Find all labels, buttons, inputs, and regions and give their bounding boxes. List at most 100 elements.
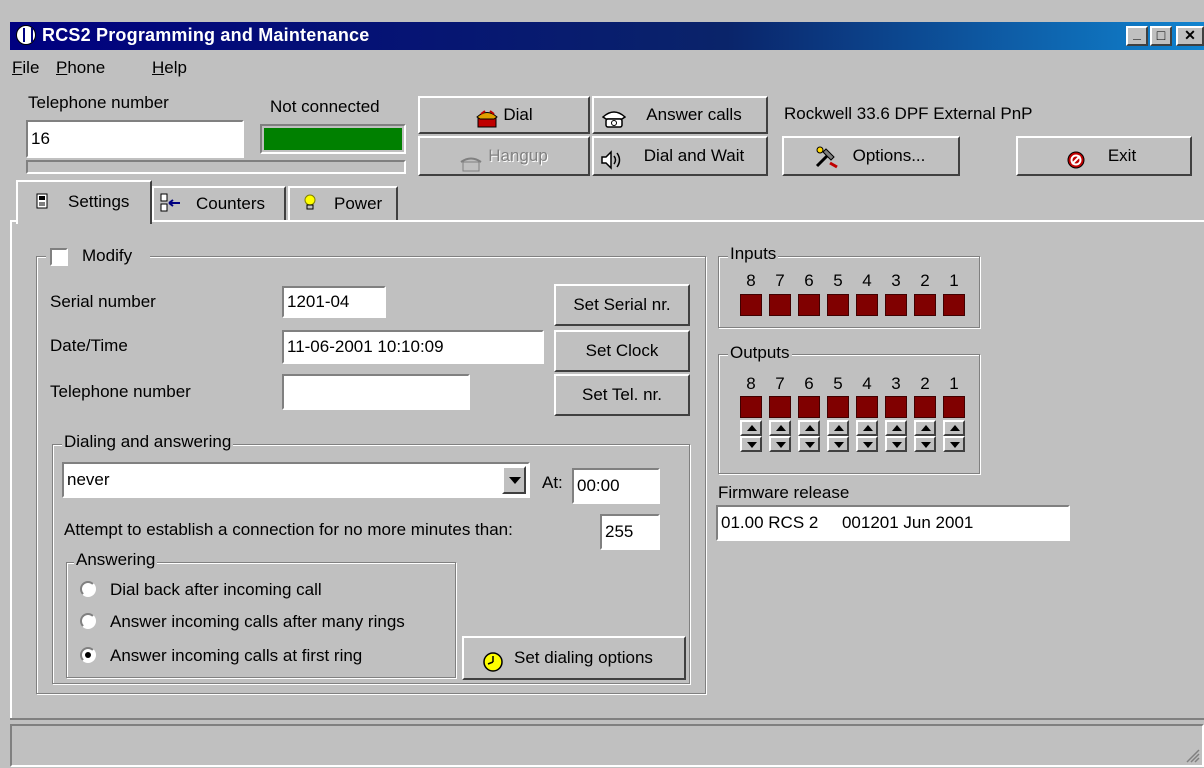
- input-led: [914, 294, 936, 316]
- spin-down-button[interactable]: [769, 436, 791, 452]
- telephone-number-input[interactable]: [282, 374, 470, 410]
- output-led: [827, 396, 849, 418]
- spin-down-button[interactable]: [885, 436, 907, 452]
- output-spinner[interactable]: [769, 420, 791, 452]
- spin-down-button[interactable]: [827, 436, 849, 452]
- phone-number-value: 16: [31, 129, 50, 148]
- datetime-label: Date/Time: [50, 336, 128, 355]
- menu-phone[interactable]: Phone: [56, 58, 105, 78]
- radio-many-rings-button[interactable]: [80, 613, 96, 629]
- radio-first-ring-button[interactable]: [80, 647, 96, 663]
- arrow-up-icon: [747, 425, 757, 431]
- arrow-up-icon: [834, 425, 844, 431]
- spin-up-button[interactable]: [914, 420, 936, 436]
- dial-phone-icon: [476, 106, 498, 128]
- input-channel-label: 1: [949, 271, 959, 290]
- input-channel-label: 8: [746, 271, 756, 290]
- tab-power[interactable]: Power: [288, 186, 398, 220]
- spin-down-button[interactable]: [740, 436, 762, 452]
- output-channel-label: 3: [891, 374, 901, 393]
- serial-number-input[interactable]: 1201-04: [282, 286, 386, 318]
- modify-checkbox[interactable]: [50, 248, 68, 266]
- menu-file[interactable]: File: [12, 58, 39, 78]
- spin-up-button[interactable]: [798, 420, 820, 436]
- exit-button[interactable]: Exit: [1016, 136, 1192, 176]
- output-channel-label: 8: [746, 374, 756, 393]
- minimize-button[interactable]: _: [1126, 26, 1148, 46]
- radio-dial-back[interactable]: Dial back after incoming call: [80, 578, 440, 602]
- dial-and-wait-label: Dial and Wait: [643, 146, 745, 165]
- set-serial-button[interactable]: Set Serial nr.: [554, 284, 690, 326]
- input-channel-label: 5: [833, 271, 843, 290]
- spin-up-button[interactable]: [740, 420, 762, 436]
- output-spinner[interactable]: [827, 420, 849, 452]
- output-spinner[interactable]: [856, 420, 878, 452]
- set-tel-button[interactable]: Set Tel. nr.: [554, 374, 690, 416]
- datetime-input[interactable]: 11-06-2001 10:10:09: [282, 330, 544, 364]
- exit-label: Exit: [1107, 146, 1137, 165]
- spin-up-button[interactable]: [885, 420, 907, 436]
- radio-first-ring[interactable]: Answer incoming calls at first ring: [80, 644, 440, 668]
- firmware-value: 01.00 RCS 2 001201 Jun 2001: [721, 513, 974, 532]
- input-led: [740, 294, 762, 316]
- close-icon: ✕: [1184, 27, 1196, 43]
- set-clock-button[interactable]: Set Clock: [554, 330, 690, 372]
- title-bar[interactable]: RCS2 Programming and Maintenance _ □ ✕: [10, 22, 1204, 50]
- arrow-up-icon: [921, 425, 931, 431]
- dial-and-wait-button[interactable]: Dial and Wait: [592, 136, 768, 176]
- spin-up-button[interactable]: [769, 420, 791, 436]
- output-spinner[interactable]: [943, 420, 965, 452]
- output-spinner[interactable]: [798, 420, 820, 452]
- phone-number-input[interactable]: 16: [26, 120, 244, 158]
- counters-tab-icon: [160, 193, 182, 213]
- radio-dial-back-button[interactable]: [80, 581, 96, 597]
- output-spinner[interactable]: [740, 420, 762, 452]
- dial-button[interactable]: Dial: [418, 96, 590, 134]
- inputs-group: [718, 256, 980, 328]
- arrow-down-icon: [921, 442, 931, 448]
- arrow-up-icon: [776, 425, 786, 431]
- output-channel-label: 5: [833, 374, 843, 393]
- radio-many-rings[interactable]: Answer incoming calls after many rings: [80, 610, 450, 634]
- firmware-field: 01.00 RCS 2 001201 Jun 2001: [716, 505, 1070, 541]
- at-time-input[interactable]: 00:00: [572, 468, 660, 504]
- answer-calls-button[interactable]: Answer calls: [592, 96, 768, 134]
- tools-icon: [814, 145, 840, 169]
- at-label: At:: [542, 473, 563, 492]
- window-title: RCS2 Programming and Maintenance: [42, 25, 370, 45]
- radio-first-ring-label: Answer incoming calls at first ring: [110, 646, 363, 665]
- spin-down-button[interactable]: [943, 436, 965, 452]
- set-dialing-options-button[interactable]: Set dialing options: [462, 636, 686, 680]
- spin-up-button[interactable]: [856, 420, 878, 436]
- hangup-button[interactable]: Hangup: [418, 136, 590, 176]
- modem-name: Rockwell 33.6 DPF External PnP: [784, 104, 1033, 123]
- input-channel-label: 6: [804, 271, 814, 290]
- tab-counters-label: Counters: [196, 194, 265, 213]
- dial-mode-dropdown-button[interactable]: [502, 466, 526, 494]
- clock-icon: [482, 648, 504, 672]
- close-button[interactable]: ✕: [1176, 26, 1204, 46]
- output-spinner[interactable]: [914, 420, 936, 452]
- spin-up-button[interactable]: [827, 420, 849, 436]
- spin-down-button[interactable]: [798, 436, 820, 452]
- arrow-up-icon: [950, 425, 960, 431]
- at-time-value: 00:00: [577, 476, 620, 495]
- speaker-icon: [600, 147, 624, 170]
- spin-up-button[interactable]: [943, 420, 965, 436]
- attempt-minutes-input[interactable]: 255: [600, 514, 660, 550]
- output-channel-label: 1: [949, 374, 959, 393]
- output-channel-label: 4: [862, 374, 872, 393]
- dial-mode-select[interactable]: never: [62, 462, 530, 498]
- spin-down-button[interactable]: [914, 436, 936, 452]
- spin-down-button[interactable]: [856, 436, 878, 452]
- output-led: [798, 396, 820, 418]
- resize-grip-icon[interactable]: [1184, 747, 1200, 763]
- menu-help[interactable]: Help: [152, 58, 187, 78]
- output-spinner[interactable]: [885, 420, 907, 452]
- options-button[interactable]: Options...: [782, 136, 960, 176]
- tab-counters[interactable]: Counters: [152, 186, 286, 220]
- maximize-button[interactable]: □: [1150, 26, 1172, 46]
- tab-settings[interactable]: Settings: [16, 180, 152, 224]
- app-icon[interactable]: [16, 25, 36, 45]
- input-channel-label: 3: [891, 271, 901, 290]
